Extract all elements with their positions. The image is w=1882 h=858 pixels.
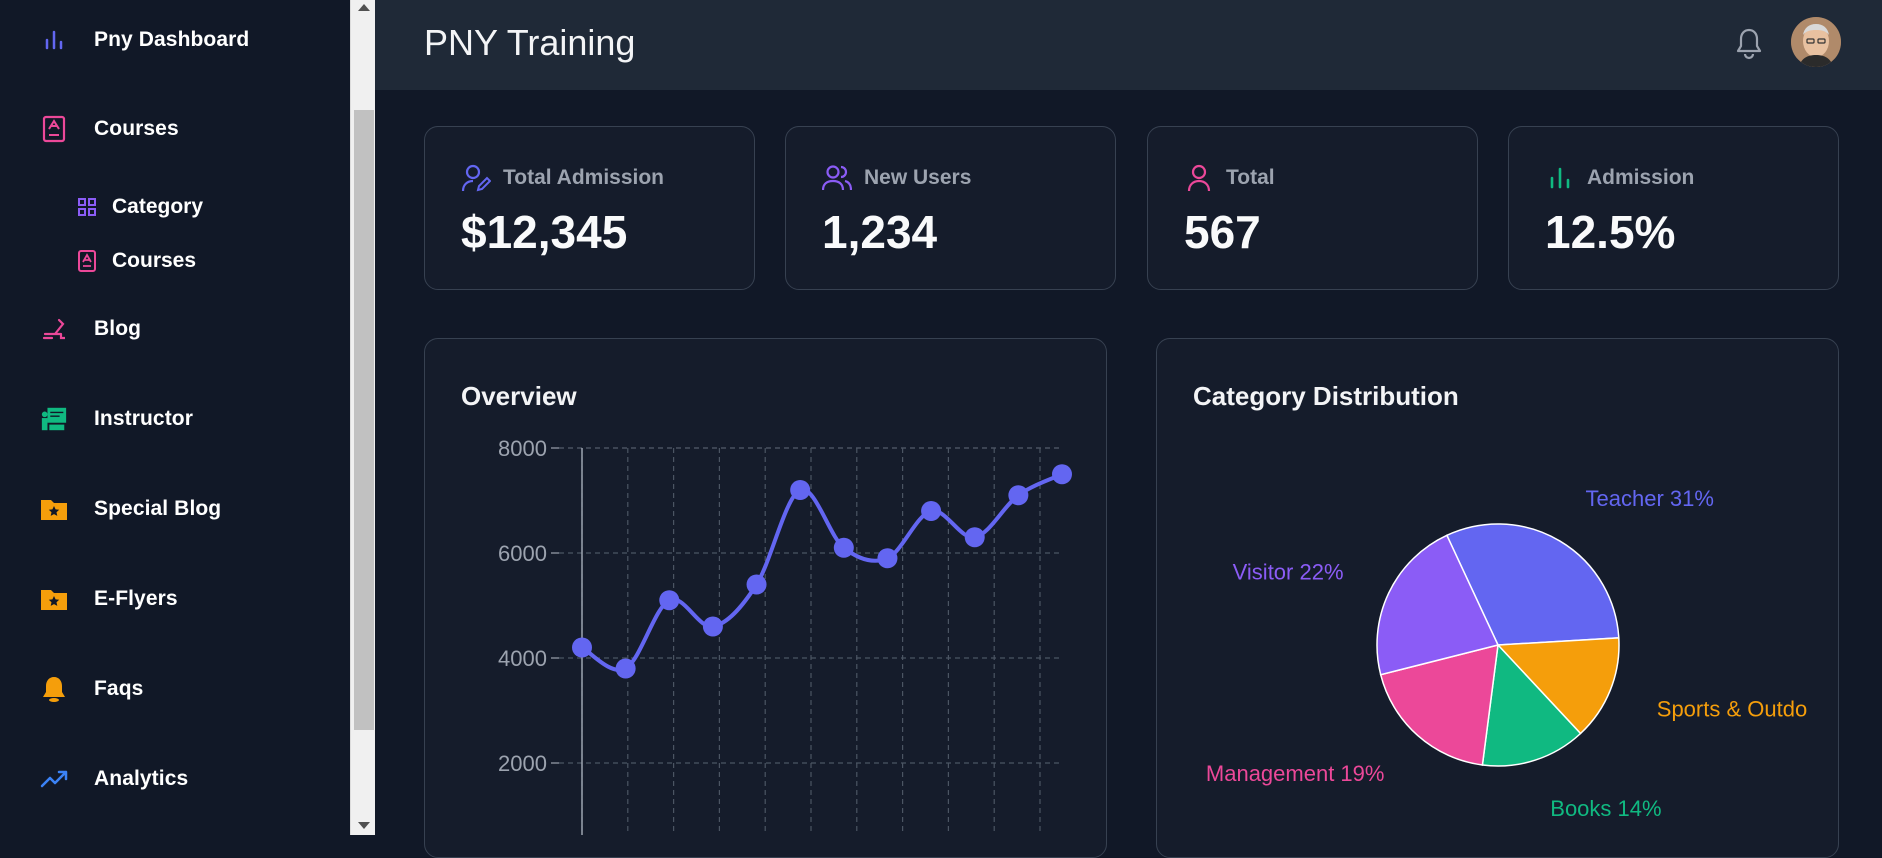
sidebar-item-label: Special Blog <box>94 497 222 520</box>
data-point[interactable] <box>964 527 985 548</box>
stat-label: Total <box>1226 166 1275 189</box>
overview-title: Overview <box>461 381 577 411</box>
folder-star-icon <box>40 495 68 523</box>
sidebar-item-dashboard[interactable]: Pny Dashboard <box>40 24 249 56</box>
bar-chart-icon <box>40 26 68 54</box>
sidebar-item-label: Courses <box>94 117 179 140</box>
series-line <box>580 472 1063 672</box>
data-point[interactable] <box>790 480 811 500</box>
data-point[interactable] <box>877 548 898 569</box>
folder-star-icon <box>40 585 68 613</box>
data-point[interactable] <box>833 537 854 558</box>
user-icon <box>1184 163 1214 193</box>
page-title: PNY Training <box>424 22 636 63</box>
notification-bell-icon[interactable] <box>1733 26 1765 60</box>
stat-label: New Users <box>864 166 972 189</box>
sidebar-item-label: Faqs <box>94 677 144 700</box>
data-point[interactable] <box>1008 485 1029 506</box>
stat-value: $12,345 <box>461 206 628 258</box>
stat-card-admission: Admission 12.5% <box>1508 126 1839 290</box>
sidebar-item-blog[interactable]: Blog <box>40 313 141 345</box>
scroll-up-icon[interactable] <box>358 4 370 11</box>
data-point[interactable] <box>572 637 592 658</box>
user-pen-icon <box>461 163 491 193</box>
data-point[interactable] <box>746 574 767 595</box>
stat-card-new-users: New Users 1,234 <box>785 126 1116 290</box>
data-point[interactable] <box>1052 464 1072 485</box>
sidebar-item-faqs[interactable]: Faqs <box>40 673 143 705</box>
stat-card-total-admission: Total Admission $12,345 <box>424 126 755 290</box>
category-pie-chart: Teacher 31% Sports & Outdo Books 14% Manage… <box>1206 486 1807 821</box>
grid-icon <box>76 196 98 218</box>
book-icon <box>40 115 68 143</box>
distribution-title: Category Distribution <box>1193 381 1459 411</box>
sidebar-item-label: Blog <box>94 317 142 340</box>
sidebar-subitem-courses[interactable]: Courses <box>76 247 196 275</box>
sidebar-item-label: Analytics <box>94 767 189 790</box>
sidebar-item-label: Pny Dashboard <box>94 28 250 51</box>
data-point[interactable] <box>702 616 723 637</box>
stat-value: 1,234 <box>822 206 938 258</box>
pie-slice-label: Teacher 31% <box>1586 486 1714 511</box>
y-tick-label: 8000 <box>498 436 547 461</box>
sidebar-scrollbar[interactable] <box>350 0 375 835</box>
pie-slice-label: Visitor 22% <box>1233 560 1344 585</box>
overview-line-chart: 2000 4000 6000 8000 <box>498 436 1072 835</box>
sidebar-item-label: Instructor <box>94 407 194 430</box>
stat-value: 12.5% <box>1545 206 1676 258</box>
sidebar-item-label: Courses <box>112 249 197 272</box>
scroll-thumb[interactable] <box>354 110 374 730</box>
sidebar-item-label: Category <box>112 195 204 218</box>
stat-label: Total Admission <box>503 166 665 189</box>
data-point[interactable] <box>921 501 942 521</box>
sidebar-item-courses[interactable]: Courses <box>40 113 179 145</box>
stat-label: Admission <box>1587 166 1695 189</box>
avatar[interactable] <box>1791 17 1841 67</box>
sidebar-item-analytics[interactable]: Analytics <box>40 763 188 795</box>
sidebar-item-special-blog[interactable]: Special Blog <box>40 493 221 525</box>
pie-slice-label: Sports & Outdo <box>1657 697 1807 722</box>
bell-alt-icon <box>40 675 68 703</box>
trending-up-icon <box>40 765 68 793</box>
book-icon <box>76 250 98 272</box>
scroll-down-icon[interactable] <box>358 822 370 829</box>
pie-slice-label: Management 19% <box>1206 761 1385 786</box>
sidebar-item-label: E-Flyers <box>94 587 178 610</box>
pen-icon <box>40 315 68 343</box>
bar-chart-icon <box>1545 163 1575 193</box>
data-point[interactable] <box>615 658 636 679</box>
stat-card-total: Total 567 <box>1147 126 1478 290</box>
stat-value: 567 <box>1184 206 1261 258</box>
y-tick-label: 4000 <box>498 646 547 671</box>
top-header: PNY Training <box>375 0 1882 90</box>
users-icon <box>822 163 852 193</box>
sidebar-item-instructor[interactable]: Instructor <box>40 403 193 435</box>
pie-slice-label: Books 14% <box>1550 796 1661 821</box>
sidebar: Pny Dashboard Courses Category Courses B… <box>0 0 350 835</box>
teacher-icon <box>40 405 68 433</box>
y-tick-label: 6000 <box>498 541 547 566</box>
sidebar-item-e-flyers[interactable]: E-Flyers <box>40 583 178 615</box>
data-point[interactable] <box>659 590 680 611</box>
sidebar-subitem-category[interactable]: Category <box>76 193 203 221</box>
y-tick-label: 2000 <box>498 751 547 776</box>
